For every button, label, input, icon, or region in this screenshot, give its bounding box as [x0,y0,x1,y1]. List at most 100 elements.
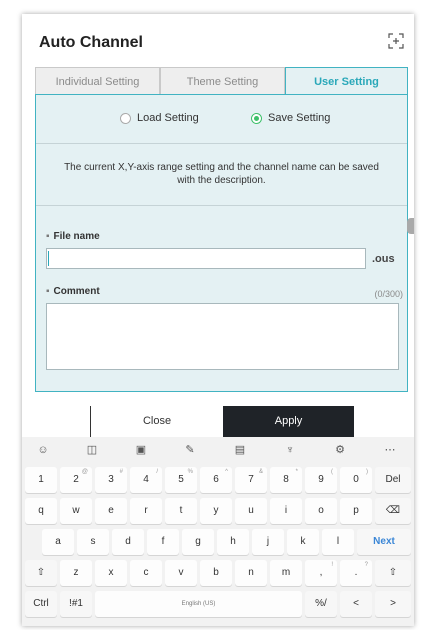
key-n[interactable]: n [235,560,267,586]
key-a[interactable]: a [42,529,74,555]
sticker-icon[interactable]: ◫ [84,442,100,458]
key-h[interactable]: h [217,529,249,555]
key-i[interactable]: i [270,498,302,524]
gif-icon[interactable]: ▣ [133,442,149,458]
radio-unchecked-icon [120,112,131,124]
key-9[interactable]: 9( [305,467,337,493]
settings-icon[interactable]: ⚙ [332,442,348,458]
emoji-icon[interactable]: ☺ [35,442,51,458]
key-2[interactable]: 2 @ [60,467,92,493]
key-label: 7 [248,474,254,485]
key-hint: ! [331,562,333,568]
key-0[interactable]: 0) [340,467,372,493]
key-label: w [72,505,80,516]
clipboard-icon[interactable]: ▤ [232,442,248,458]
key-delete[interactable]: Del [375,467,411,493]
key-hint: ) [366,469,368,475]
key-label: f [161,536,165,547]
key-k[interactable]: k [287,529,319,555]
backspace-key[interactable]: ⌫ [375,498,411,524]
file-name-input[interactable] [46,248,366,269]
key-p[interactable]: p [340,498,372,524]
tab-theme-setting[interactable]: Theme Setting [160,67,285,95]
scroll-handle[interactable] [407,218,414,234]
key-y[interactable]: y [200,498,232,524]
key-label: 9 [318,474,324,485]
close-button[interactable]: Close [90,406,223,437]
key-label: k [300,536,306,547]
key-hint: / [156,469,158,475]
key-f[interactable]: f [147,529,179,555]
key-hint: ? [364,562,368,568]
tab-user-setting[interactable]: User Setting [285,67,408,95]
dialog-buttons: Close Apply [22,406,414,437]
key-label: 4 [143,474,149,485]
key-period[interactable]: .? [340,560,372,586]
comment-textarea[interactable] [46,303,399,370]
key-q[interactable]: q [25,498,57,524]
tab-individual-setting[interactable]: Individual Setting [35,67,160,95]
key-hint: * [295,469,298,475]
key-label: t [179,505,183,516]
key-label: 1 [38,474,44,485]
text-cursor [48,251,49,266]
save-setting-radio[interactable]: Save Setting [251,112,330,124]
key-4[interactable]: 4/ [130,467,162,493]
next-key[interactable]: Next [357,529,411,555]
chevron-right-icon: > [390,598,396,609]
shift-key-left[interactable]: ⇧ [25,560,57,586]
ctrl-key[interactable]: Ctrl [25,591,57,617]
key-v[interactable]: v [165,560,197,586]
comment-label: ▪ Comment [46,286,100,297]
more-icon[interactable]: ⋯ [382,442,398,458]
key-x[interactable]: x [95,560,127,586]
numeric-switch-key[interactable]: %/ [305,591,337,617]
key-6[interactable]: 6 ^ [200,467,232,493]
key-u[interactable]: u [235,498,267,524]
shift-key-right[interactable]: ⇧ [375,560,411,586]
key-b[interactable]: b [200,560,232,586]
key-label: n [248,567,254,578]
fullscreen-icon[interactable] [388,33,404,49]
mode-radio-group: Load Setting Save Setting [36,95,407,143]
symbols-key[interactable]: !#1 [60,591,92,617]
key-label: u [248,505,254,516]
key-r[interactable]: r [130,498,162,524]
key-label: c [143,567,149,578]
key-label: b [213,567,219,578]
dialog-title: Auto Channel [39,34,143,51]
key-j[interactable]: j [252,529,284,555]
key-t[interactable]: t [165,498,197,524]
cursor-left-key[interactable]: < [340,591,372,617]
apply-button[interactable]: Apply [223,406,354,437]
key-z[interactable]: z [60,560,92,586]
backspace-icon: ⌫ [385,505,401,516]
key-m[interactable]: m [270,560,302,586]
key-5[interactable]: 5% [165,467,197,493]
comment-label-text: Comment [53,286,100,297]
key-e[interactable]: e [95,498,127,524]
key-s[interactable]: s [77,529,109,555]
key-label: !#1 [69,598,83,609]
mic-icon[interactable]: ♆ [282,442,298,458]
space-key[interactable]: English (US) [95,591,302,617]
key-1[interactable]: 1 [25,467,57,493]
key-label: Ctrl [33,598,49,609]
load-setting-radio[interactable]: Load Setting [120,112,199,124]
user-setting-panel: Load Setting Save Setting The current X,… [35,94,408,392]
key-g[interactable]: g [182,529,214,555]
cursor-right-key[interactable]: > [375,591,411,617]
save-setting-label: Save Setting [268,112,331,124]
key-8[interactable]: 8 * [270,467,302,493]
key-o[interactable]: o [305,498,337,524]
key-l[interactable]: l [322,529,354,555]
key-comma[interactable]: ,! [305,560,337,586]
key-7[interactable]: 7 & [235,467,267,493]
key-w[interactable]: w [60,498,92,524]
key-hint: ( [331,469,333,475]
key-d[interactable]: d [112,529,144,555]
key-c[interactable]: c [130,560,162,586]
radio-checked-icon [251,112,262,124]
handwriting-icon[interactable]: ✎ [182,442,198,458]
key-3[interactable]: 3 # [95,467,127,493]
